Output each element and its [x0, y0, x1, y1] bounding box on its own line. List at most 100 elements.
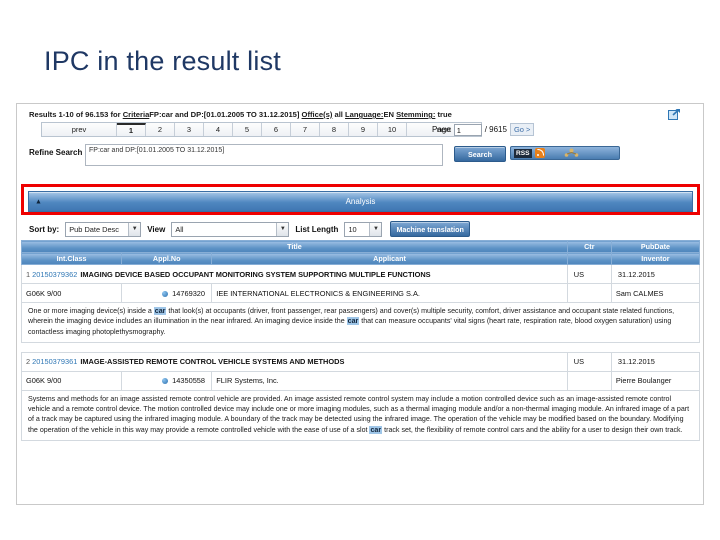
result-number-1[interactable]: 20150379362 — [32, 270, 77, 279]
abstract-part: track set, the flexibility of remote con… — [382, 425, 683, 434]
table-row[interactable]: G06K 9/00 14350558 FLIR Systems, Inc. Pi… — [20, 370, 701, 391]
result-title-2[interactable]: IMAGE-ASSISTED REMOTE CONTROL VEHICLE SY… — [80, 357, 344, 366]
column-header-blank — [566, 252, 612, 265]
table-header-top: Title Ctr PubDate — [21, 240, 701, 253]
column-header-applicant[interactable]: Applicant — [211, 252, 568, 265]
result-intclass-1[interactable]: G06K 9/00 — [20, 283, 123, 303]
result-applicant-1[interactable]: IEE INTERNATIONAL ELECTRONICS & ENGINEER… — [211, 283, 568, 303]
table-row[interactable]: 1 20150379362 IMAGING DEVICE BASED OCCUPAN… — [21, 264, 701, 284]
offices-link[interactable]: Office(s) — [302, 110, 333, 119]
view-label: View — [147, 224, 166, 234]
page-label: Page — [432, 125, 451, 134]
result-rank-1: 1 — [26, 269, 31, 279]
result-blank-2 — [566, 370, 612, 391]
result-number-2[interactable]: 20150379361 — [32, 357, 77, 366]
pagination[interactable]: prev 1 2 3 4 5 6 7 8 9 10 next — [41, 122, 482, 137]
column-header-pubdate[interactable]: PubDate — [610, 240, 701, 253]
criteria-value: FP:car and DP:[01.01.2005 TO 31.12.2015] — [149, 110, 302, 119]
rss-icon[interactable] — [534, 148, 545, 158]
external-link-icon[interactable] — [668, 108, 681, 120]
chevron-down-icon[interactable]: ▼ — [276, 222, 289, 236]
result-abstract-1: One or more imaging device(s) inside a c… — [21, 302, 700, 343]
rss-label: RSS — [514, 148, 532, 158]
result-inventor-2[interactable]: Pierre Boulanger — [610, 370, 701, 391]
criteria-link[interactable]: Criteria — [123, 110, 150, 119]
row-spacer — [21, 342, 700, 353]
result-applno-value-1: 14769320 — [172, 288, 206, 298]
pager-page-3[interactable]: 3 — [175, 123, 204, 136]
document-dot-icon — [162, 290, 169, 297]
page-total: / 9615 — [484, 125, 507, 134]
analysis-bar[interactable]: ▲ Analysis — [28, 191, 693, 212]
result-blank-1 — [566, 283, 612, 303]
sort-by-select[interactable]: Pub Date Desc ▼ — [65, 221, 142, 237]
list-length-select[interactable]: 10 ▼ — [344, 221, 383, 237]
chevron-down-icon[interactable]: ▼ — [128, 222, 141, 236]
result-title-1[interactable]: IMAGING DEVICE BASED OCCUPANT MONITORING… — [80, 270, 430, 279]
list-length-label: List Length — [295, 224, 339, 234]
offices-value: all — [332, 110, 346, 119]
column-header-applno[interactable]: Appl.No — [121, 252, 213, 265]
column-header-ctr[interactable]: Ctr — [566, 240, 612, 253]
table-row[interactable]: G06K 9/00 14769320 IEE INTERNATIONAL ELE… — [20, 283, 701, 303]
result-abstract-2: Systems and methods for an image assiste… — [21, 389, 700, 441]
people-share-icon[interactable] — [564, 148, 579, 159]
pager-page-6[interactable]: 6 — [262, 123, 291, 136]
page-jump: Page 1 / 9615 Go > — [432, 122, 535, 137]
machine-translation-button[interactable]: Machine translation — [390, 221, 470, 237]
view-select[interactable]: All ▼ — [171, 221, 290, 237]
list-toolbar: Sort by: Pub Date Desc ▼ View All ▼ List… — [29, 221, 470, 237]
view-value: All — [175, 224, 184, 234]
result-applicant-2[interactable]: FLIR Systems, Inc. — [211, 370, 568, 391]
chevron-down-icon[interactable]: ▼ — [369, 222, 382, 236]
results-table: Title Ctr PubDate Int.Class Appl.No Appl… — [20, 240, 701, 441]
table-header-sub: Int.Class Appl.No Applicant Inventor — [20, 252, 701, 265]
pager-page-9[interactable]: 9 — [349, 123, 378, 136]
column-header-inventor[interactable]: Inventor — [610, 252, 701, 265]
result-intclass-2[interactable]: G06K 9/00 — [20, 370, 123, 391]
results-count-text: Results 1-10 of 96.153 for — [29, 110, 123, 119]
pager-page-7[interactable]: 7 — [291, 123, 320, 136]
refine-search-label: Refine Search — [29, 148, 83, 157]
caret-up-icon[interactable]: ▲ — [35, 198, 42, 205]
column-header-title[interactable]: Title — [21, 240, 568, 253]
results-summary: Results 1-10 of 96.153 for CriteriaFP:ca… — [29, 110, 659, 119]
highlight-term: car — [346, 317, 360, 326]
result-applno-2[interactable]: 14350558 — [121, 370, 213, 391]
page-input[interactable]: 1 — [453, 123, 482, 136]
column-header-intclass[interactable]: Int.Class — [20, 252, 123, 265]
result-title-cell-1[interactable]: 1 20150379362 IMAGING DEVICE BASED OCCUPAN… — [21, 264, 568, 284]
page-title: IPC in the result list — [44, 46, 281, 76]
language-value: EN — [383, 110, 397, 119]
refine-search-input[interactable]: FP:car and DP:[01.01.2005 TO 31.12.2015] — [85, 144, 443, 166]
patent-search-screenshot: Results 1-10 of 96.153 for CriteriaFP:ca… — [16, 103, 704, 505]
document-dot-icon — [162, 378, 169, 385]
pager-page-4[interactable]: 4 — [204, 123, 233, 136]
pager-page-2[interactable]: 2 — [146, 123, 175, 136]
highlight-term: car — [153, 307, 167, 315]
result-inventor-1[interactable]: Sam CALMES — [610, 283, 701, 303]
search-button[interactable]: Search — [454, 146, 506, 162]
slide-canvas: IPC in the result list Results 1-10 of 9… — [0, 0, 720, 540]
rss-toolbar[interactable]: RSS — [510, 146, 620, 160]
result-title-cell-2[interactable]: 2 20150379361 IMAGE-ASSISTED REMOTE CONTRO… — [21, 351, 568, 372]
abstract-part: One or more imaging device(s) inside a — [28, 307, 154, 315]
result-ctr-1: US — [566, 264, 612, 284]
result-ctr-2: US — [566, 351, 612, 372]
stemming-value: true — [435, 110, 452, 119]
pager-page-5[interactable]: 5 — [233, 123, 262, 136]
pager-page-8[interactable]: 8 — [320, 123, 349, 136]
analysis-label: Analysis — [345, 197, 376, 206]
table-row: One or more imaging device(s) inside a c… — [21, 302, 700, 343]
go-button[interactable]: Go > — [509, 123, 535, 136]
stemming-link[interactable]: Stemming: — [396, 110, 435, 119]
language-link[interactable]: Language: — [345, 110, 383, 119]
pager-page-1[interactable]: 1 — [117, 123, 146, 136]
result-rank-2: 2 — [26, 357, 31, 367]
result-applno-value-2: 14350558 — [172, 376, 206, 386]
pager-page-10[interactable]: 10 — [378, 123, 407, 136]
table-row[interactable]: 2 20150379361 IMAGE-ASSISTED REMOTE CONTRO… — [21, 351, 701, 372]
result-applno-1[interactable]: 14769320 — [121, 283, 213, 303]
pager-prev[interactable]: prev — [42, 123, 117, 136]
list-length-value: 10 — [348, 224, 357, 234]
